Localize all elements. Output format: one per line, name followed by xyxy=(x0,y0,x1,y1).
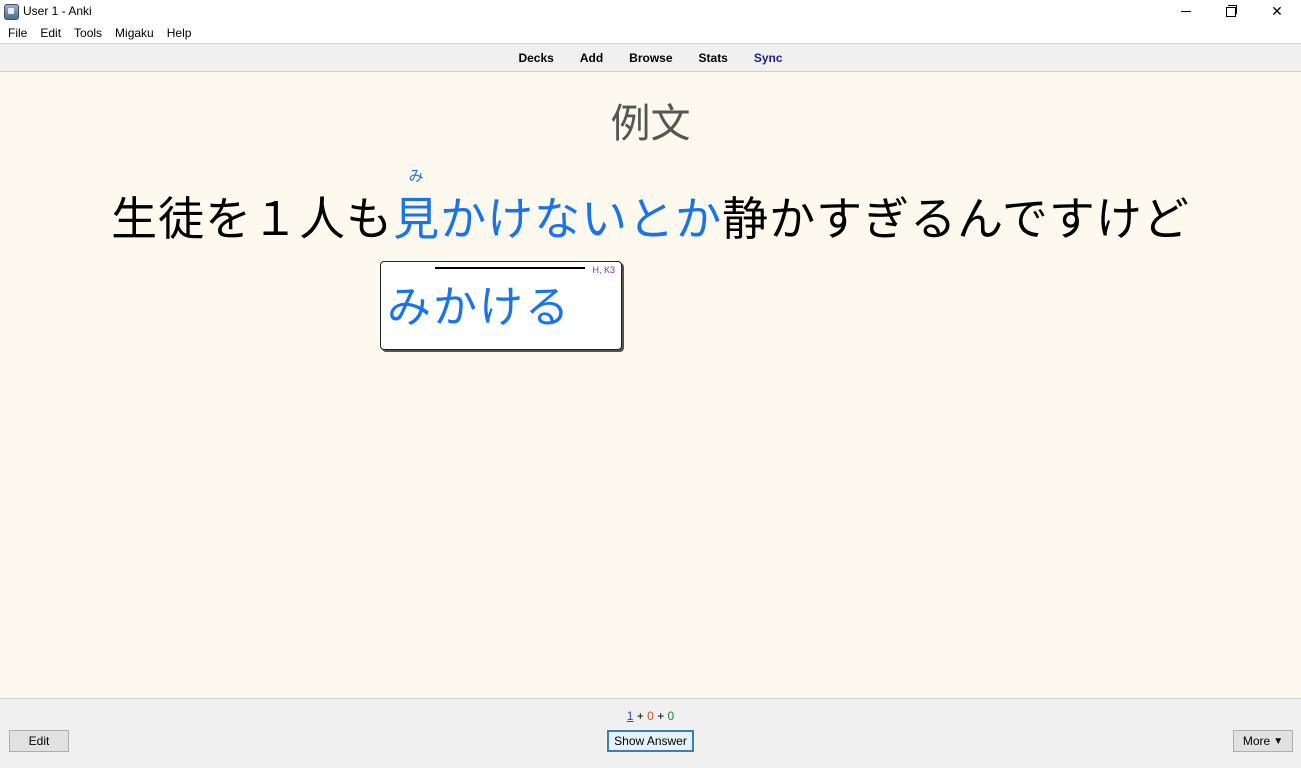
menu-bar: File Edit Tools Migaku Help xyxy=(0,23,1301,43)
due-counts: 1 + 0 + 0 xyxy=(0,709,1301,723)
more-button[interactable]: More ▼ xyxy=(1233,730,1293,752)
restore-icon xyxy=(1226,4,1237,17)
new-count: 1 xyxy=(626,709,634,723)
highlighted-word[interactable]: み見かけないとか xyxy=(393,167,723,246)
toolbar-browse-link[interactable]: Browse xyxy=(616,51,685,65)
close-button[interactable]: ✕ xyxy=(1254,0,1300,23)
review-count: 0 xyxy=(667,709,675,723)
card-review-area: 例文 生徒を１人もみ見かけないとか静かすぎるんですけど H, K3 みかける xyxy=(0,72,1301,698)
menu-migaku[interactable]: Migaku xyxy=(108,23,160,43)
furigana-reading: み xyxy=(408,167,424,185)
close-icon: ✕ xyxy=(1271,3,1283,19)
menu-edit[interactable]: Edit xyxy=(33,23,67,43)
sentence-text-after: 静かすぎるんですけど xyxy=(722,192,1190,246)
edit-button[interactable]: Edit xyxy=(9,730,69,752)
count-separator: + xyxy=(657,709,665,723)
anki-app-icon xyxy=(4,4,19,20)
furigana-base-kanji: 見 xyxy=(393,192,441,246)
main-toolbar: Decks Add Browse Stats Sync xyxy=(0,43,1301,72)
more-label: More xyxy=(1242,734,1271,748)
window-title: User 1 - Anki xyxy=(23,4,92,18)
popup-tag: H, K3 xyxy=(592,265,615,275)
popup-pitch-line xyxy=(435,267,585,269)
toolbar-stats-link[interactable]: Stats xyxy=(686,51,741,65)
menu-help[interactable]: Help xyxy=(160,23,198,43)
dictionary-popup[interactable]: H, K3 みかける xyxy=(380,261,622,350)
triangle-down-icon: ▼ xyxy=(1273,735,1284,747)
count-separator: + xyxy=(636,709,644,723)
highlighted-word-rest: かけないとか xyxy=(440,192,723,246)
show-answer-button[interactable]: Show Answer xyxy=(607,730,694,752)
minimize-button[interactable] xyxy=(1163,0,1209,23)
example-sentence: 生徒を１人もみ見かけないとか静かすぎるんですけど xyxy=(0,167,1301,251)
furigana-base: み見 xyxy=(393,167,441,251)
popup-word: みかける xyxy=(387,282,571,333)
menu-file[interactable]: File xyxy=(0,23,33,43)
sentence-text-before: 生徒を１人も xyxy=(111,192,394,246)
minimize-icon xyxy=(1181,11,1191,12)
toolbar-sync-link[interactable]: Sync xyxy=(741,51,796,65)
restore-button[interactable] xyxy=(1208,0,1254,23)
bottom-bar: 1 + 0 + 0 Edit Show Answer More ▼ xyxy=(0,698,1301,768)
card-heading: 例文 xyxy=(610,101,691,147)
learn-count: 0 xyxy=(647,709,654,723)
menu-tools[interactable]: Tools xyxy=(67,23,108,43)
toolbar-decks-link[interactable]: Decks xyxy=(505,51,566,65)
title-bar: User 1 - Anki ✕ xyxy=(0,0,1301,23)
toolbar-add-link[interactable]: Add xyxy=(567,51,616,65)
